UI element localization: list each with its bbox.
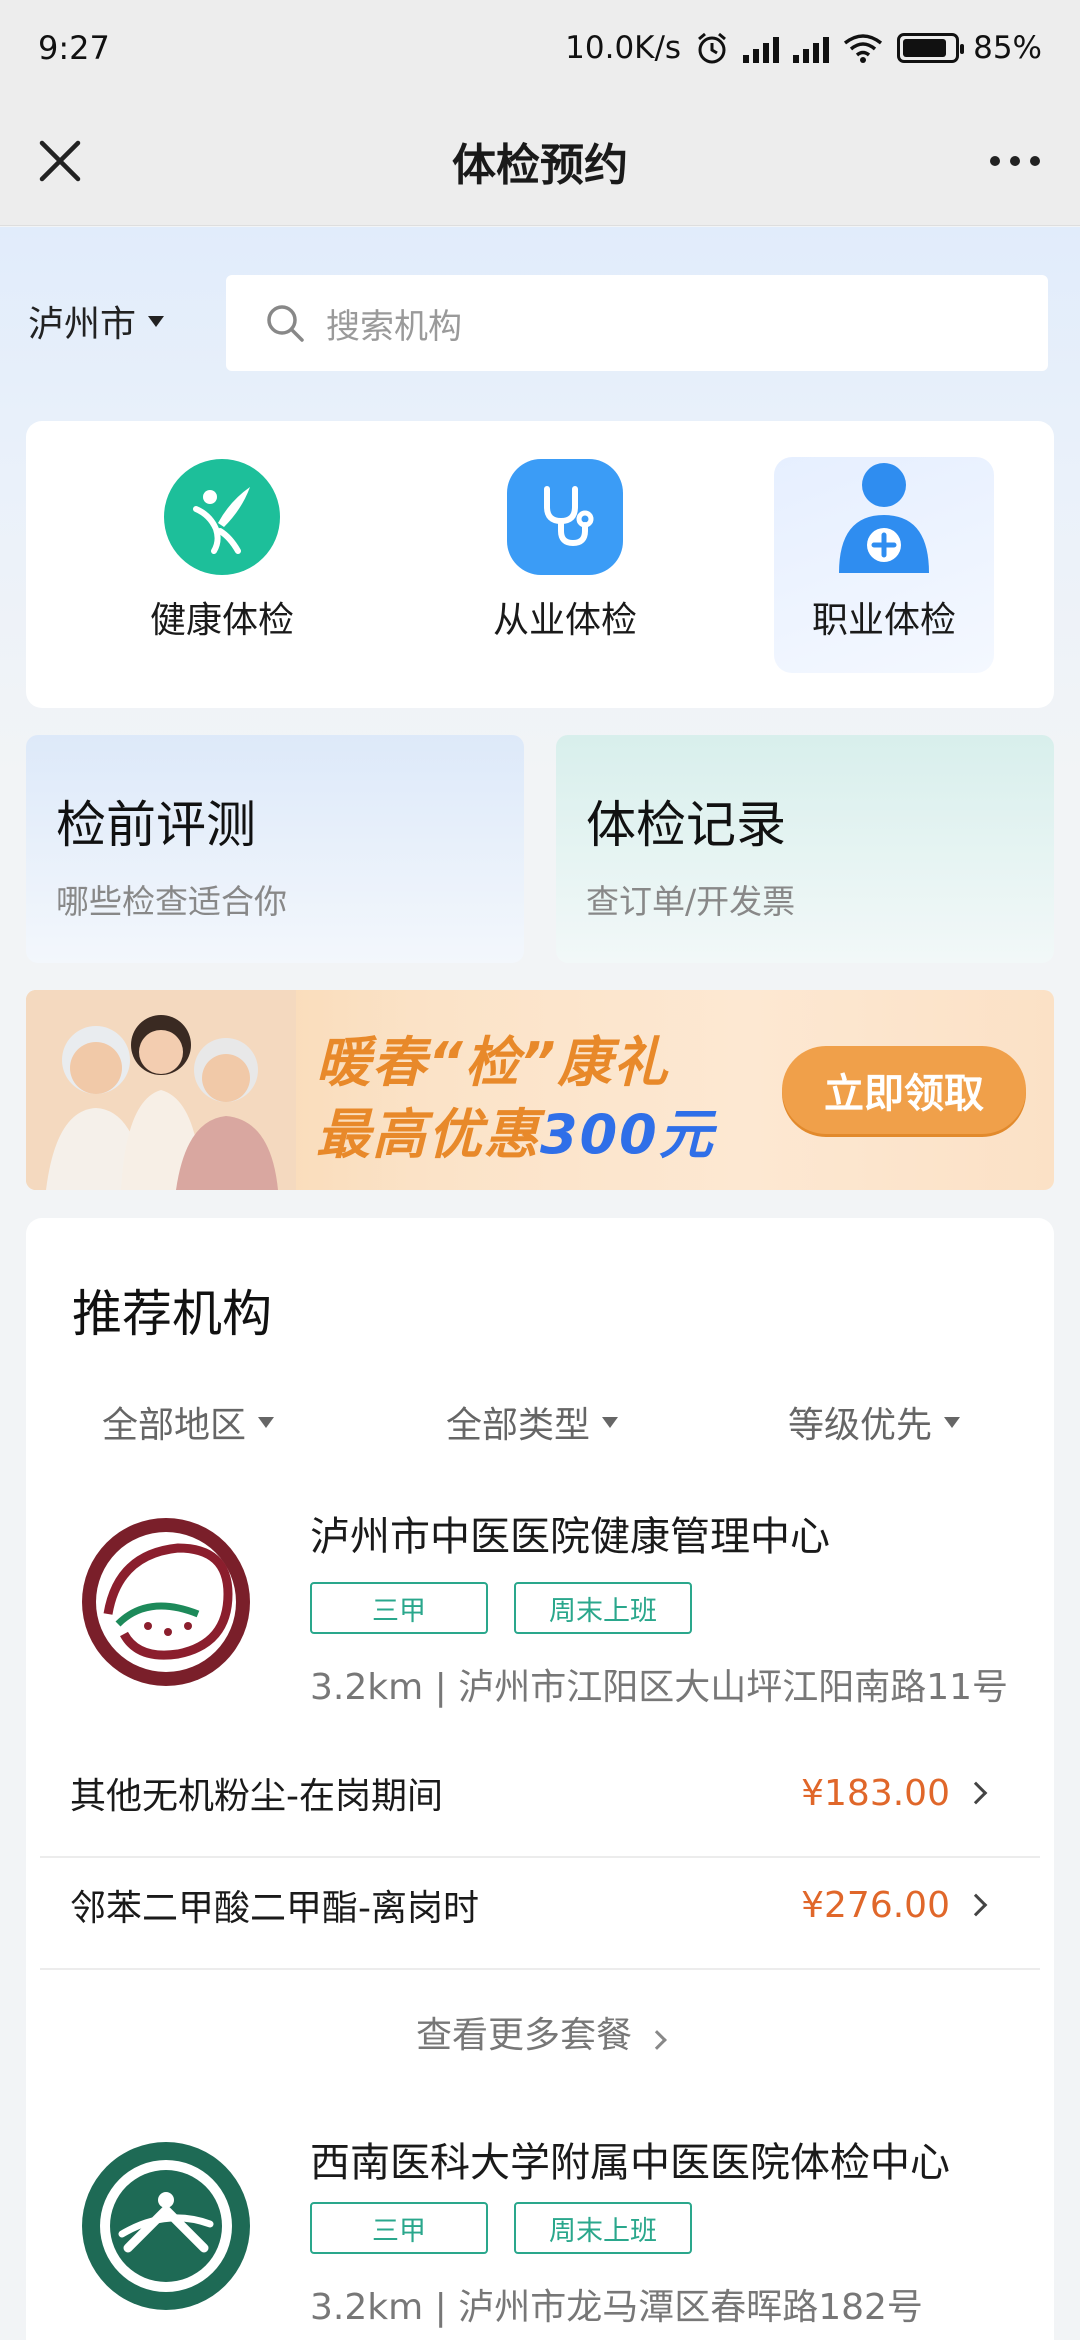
close-icon[interactable] [30,131,90,191]
city-label: 泸州市 [28,304,137,345]
institution-location: 3.2km | 泸州市江阳区大山坪江阳南路11号 [310,1667,1008,1708]
alarm-icon [698,32,727,64]
chevron-right-icon [964,1781,988,1805]
doctor-plus-icon [826,459,942,575]
signal-icon [743,33,780,63]
package-item[interactable]: 邻苯二甲酸二甲酯-离岗时 ¥276.00 [40,1850,1040,1960]
category-label: 职业体检 [811,600,956,641]
promo-banner[interactable]: 暖春“检”康礼 最高优惠300元 立即领取 [26,990,1054,1190]
address: 泸州市江阳区大山坪江阳南路11号 [458,1667,1008,1708]
person-leaf-icon [164,459,280,575]
network-speed: 10.0K/s [565,30,682,66]
caret-down-icon [944,1416,961,1428]
status-icons: 10.0K/s 85% [565,30,1042,66]
category-occupational-checkup[interactable]: 职业体检 [774,457,994,673]
category-health-checkup[interactable]: 健康体检 [112,457,332,667]
status-time: 9:27 [38,29,110,67]
filter-type[interactable]: 全部类型 [446,1396,619,1448]
institution-name[interactable]: 泸州市中医医院健康管理中心 [310,1504,830,1562]
filter-label: 等级优先 [788,1405,933,1446]
city-selector[interactable]: 泸州市 [28,295,165,347]
caret-down-icon [258,1416,275,1428]
tag-grade: 三甲 [310,2202,488,2254]
page-title: 体检预约 [452,139,628,191]
address: 泸州市龙马潭区春晖路182号 [458,2287,923,2328]
banner-discount-label: 最高优惠 [316,1103,540,1166]
filter-region[interactable]: 全部地区 [102,1396,275,1448]
tag-grade: 三甲 [310,1582,488,1634]
package-price: ¥183.00 [801,1772,950,1814]
feature-title: 体检记录 [586,796,786,854]
hospital-logo-icon [82,1518,250,1686]
banner-discount-amount: 300元 [540,1103,715,1166]
institution-name[interactable]: 西南医科大学附属中医医院体检中心 [310,2130,950,2188]
distance: 3.2km [310,2287,424,2328]
tag-weekend: 周末上班 [514,2202,692,2254]
section-title: 推荐机构 [72,1285,272,1343]
university-hospital-logo-icon [82,2142,250,2310]
banner-subheadline: 最高优惠300元 [316,1090,715,1169]
institution-location: 3.2km | 泸州市龙马潭区春晖路182号 [310,2287,923,2328]
battery-icon [897,33,965,63]
search-placeholder: 搜索机构 [326,306,462,347]
divider [40,1968,1040,1970]
chevron-right-icon [964,1893,988,1917]
stethoscope-icon [507,459,623,575]
recommended-institutions-card: 推荐机构 全部地区 全部类型 等级优先 泸州市中医医院健康管理中心 三甲 周末上… [26,1218,1054,2340]
chevron-right-icon [647,2030,667,2050]
banner-headline: 暖春“检”康礼 [316,1031,670,1094]
category-label: 从业体检 [492,600,637,641]
package-name: 其他无机粉尘-在岗期间 [70,1776,443,1817]
claim-now-button[interactable]: 立即领取 [782,1046,1026,1134]
category-employment-checkup[interactable]: 从业体检 [455,457,675,667]
distance: 3.2km [310,1667,424,1708]
search-icon [267,305,304,342]
feature-subtitle: 查订单/开发票 [586,882,796,921]
view-more-label: 查看更多套餐 [415,2015,632,2056]
more-icon[interactable] [980,131,1050,191]
view-more-packages-link[interactable]: 查看更多套餐 [26,2006,1054,2058]
feature-subtitle: 哪些检查适合你 [56,882,287,921]
battery-percent: 85% [973,30,1042,66]
checkup-records-card[interactable]: 体检记录 查订单/开发票 [556,735,1054,963]
caret-down-icon [148,315,165,327]
signal-2-icon [793,33,830,63]
nav-bar: 体检预约 [0,96,1080,226]
category-card: 健康体检 从业体检 职业体检 [26,421,1054,708]
tag-weekend: 周末上班 [514,1582,692,1634]
caret-down-icon [602,1416,619,1428]
family-photo-image [26,990,296,1190]
filter-label: 全部地区 [102,1405,247,1446]
feature-title: 检前评测 [56,796,256,854]
package-item[interactable]: 其他无机粉尘-在岗期间 ¥183.00 [40,1738,1040,1848]
filter-label: 全部类型 [446,1405,591,1446]
package-price: ¥276.00 [801,1884,950,1926]
filter-sort-grade[interactable]: 等级优先 [788,1396,961,1448]
package-name: 邻苯二甲酸二甲酯-离岗时 [70,1888,479,1929]
pre-check-evaluation-card[interactable]: 检前评测 哪些检查适合你 [26,735,524,963]
wifi-icon [844,34,883,63]
category-label: 健康体检 [149,600,294,641]
search-input[interactable]: 搜索机构 [226,275,1048,371]
status-bar: 9:27 10.0K/s 85% [0,0,1080,96]
